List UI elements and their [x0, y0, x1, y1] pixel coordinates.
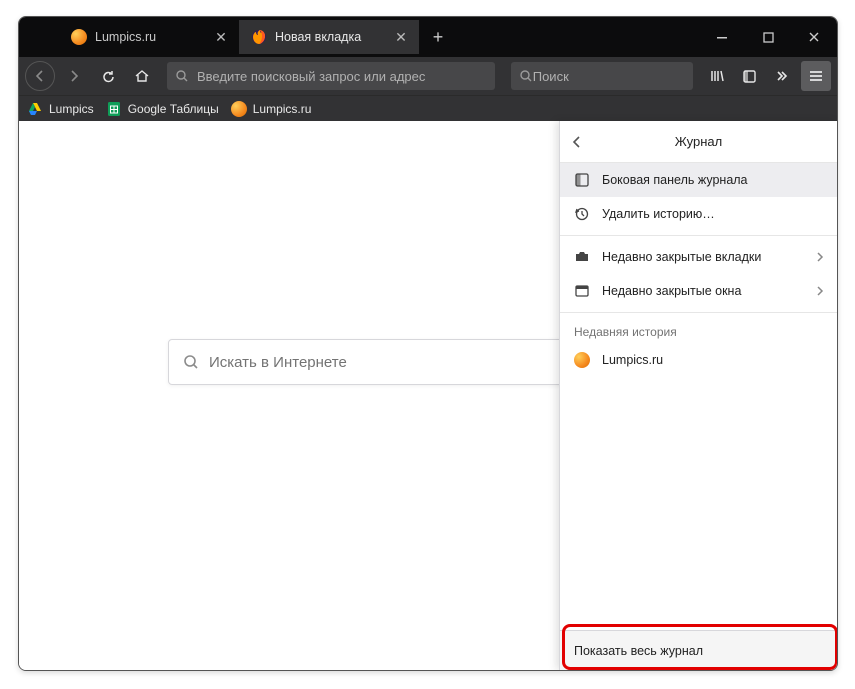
- browser-window: Lumpics.ru ✕ Новая вкладка ✕ + Введите п…: [18, 16, 838, 671]
- bookmark-label: Google Таблицы: [128, 102, 219, 116]
- tab-title: Новая вкладка: [275, 30, 393, 44]
- history-clear-icon: [574, 206, 590, 222]
- lumpics-icon: [231, 101, 247, 117]
- new-tab-button[interactable]: +: [423, 22, 453, 52]
- lumpics-icon: [574, 352, 590, 368]
- item-label: Недавно закрытые окна: [602, 284, 741, 298]
- back-button[interactable]: [25, 61, 55, 91]
- history-entry-label: Lumpics.ru: [602, 353, 663, 367]
- minimize-button[interactable]: [699, 17, 745, 57]
- tab-close-icon[interactable]: ✕: [213, 29, 229, 45]
- favicon-lumpics: [71, 29, 87, 45]
- sheets-icon: [106, 101, 122, 117]
- bookmark-label: Lumpics: [49, 102, 94, 116]
- chevron-right-icon: [815, 252, 825, 262]
- footer-label: Показать весь журнал: [574, 644, 703, 658]
- item-label: Недавно закрытые вкладки: [602, 250, 761, 264]
- drive-icon: [27, 101, 43, 117]
- tabs-icon: [574, 249, 590, 265]
- bookmark-lumpicsru[interactable]: Lumpics.ru: [231, 101, 312, 117]
- reload-button[interactable]: [93, 61, 123, 91]
- nav-toolbar: Введите поисковый запрос или адрес Поиск: [19, 57, 837, 95]
- tab-strip: Lumpics.ru ✕ Новая вкладка ✕ +: [19, 17, 837, 57]
- app-menu-button[interactable]: [801, 61, 831, 91]
- overflow-icon[interactable]: [767, 62, 795, 90]
- url-bar[interactable]: Введите поисковый запрос или адрес: [167, 62, 495, 90]
- panel-back-button[interactable]: [570, 135, 584, 149]
- window-controls: [699, 17, 837, 57]
- newtab-search-placeholder: Искать в Интернете: [209, 354, 347, 371]
- show-all-history-button[interactable]: Показать весь журнал: [560, 630, 837, 670]
- recent-history-header: Недавняя история: [560, 317, 837, 343]
- window-icon: [574, 283, 590, 299]
- search-icon: [183, 354, 199, 370]
- bookmark-lumpics[interactable]: Lumpics: [27, 101, 94, 117]
- bookmark-label: Lumpics.ru: [253, 102, 312, 116]
- search-icon: [519, 69, 533, 83]
- search-icon: [175, 69, 189, 83]
- favicon-firefox: [251, 29, 267, 45]
- tab-lumpics[interactable]: Lumpics.ru ✕: [59, 20, 239, 54]
- sidebar-panel-icon: [574, 172, 590, 188]
- library-icon[interactable]: [703, 62, 731, 90]
- bookmark-sheets[interactable]: Google Таблицы: [106, 101, 219, 117]
- chevron-right-icon: [815, 286, 825, 296]
- url-placeholder: Введите поисковый запрос или адрес: [197, 69, 425, 84]
- clear-history-item[interactable]: Удалить историю…: [560, 197, 837, 231]
- history-sidebar-item[interactable]: Боковая панель журнала: [560, 163, 837, 197]
- item-label: Удалить историю…: [602, 207, 715, 221]
- item-label: Боковая панель журнала: [602, 173, 748, 187]
- home-button[interactable]: [127, 61, 157, 91]
- history-panel: Журнал Боковая панель журнала Удалить ис…: [559, 121, 837, 670]
- tab-title: Lumpics.ru: [95, 30, 213, 44]
- panel-title: Журнал: [675, 134, 722, 149]
- close-window-button[interactable]: [791, 17, 837, 57]
- recent-tabs-item[interactable]: Недавно закрытые вкладки: [560, 240, 837, 274]
- tab-newtab[interactable]: Новая вкладка ✕: [239, 20, 419, 54]
- forward-button[interactable]: [59, 61, 89, 91]
- tab-close-icon[interactable]: ✕: [393, 29, 409, 45]
- recent-windows-item[interactable]: Недавно закрытые окна: [560, 274, 837, 308]
- bookmarks-bar: Lumpics Google Таблицы Lumpics.ru: [19, 95, 837, 121]
- search-bar[interactable]: Поиск: [511, 62, 693, 90]
- maximize-button[interactable]: [745, 17, 791, 57]
- history-entry[interactable]: Lumpics.ru: [560, 343, 837, 377]
- search-placeholder: Поиск: [533, 69, 569, 84]
- panel-header: Журнал: [560, 121, 837, 163]
- sidebar-icon[interactable]: [735, 62, 763, 90]
